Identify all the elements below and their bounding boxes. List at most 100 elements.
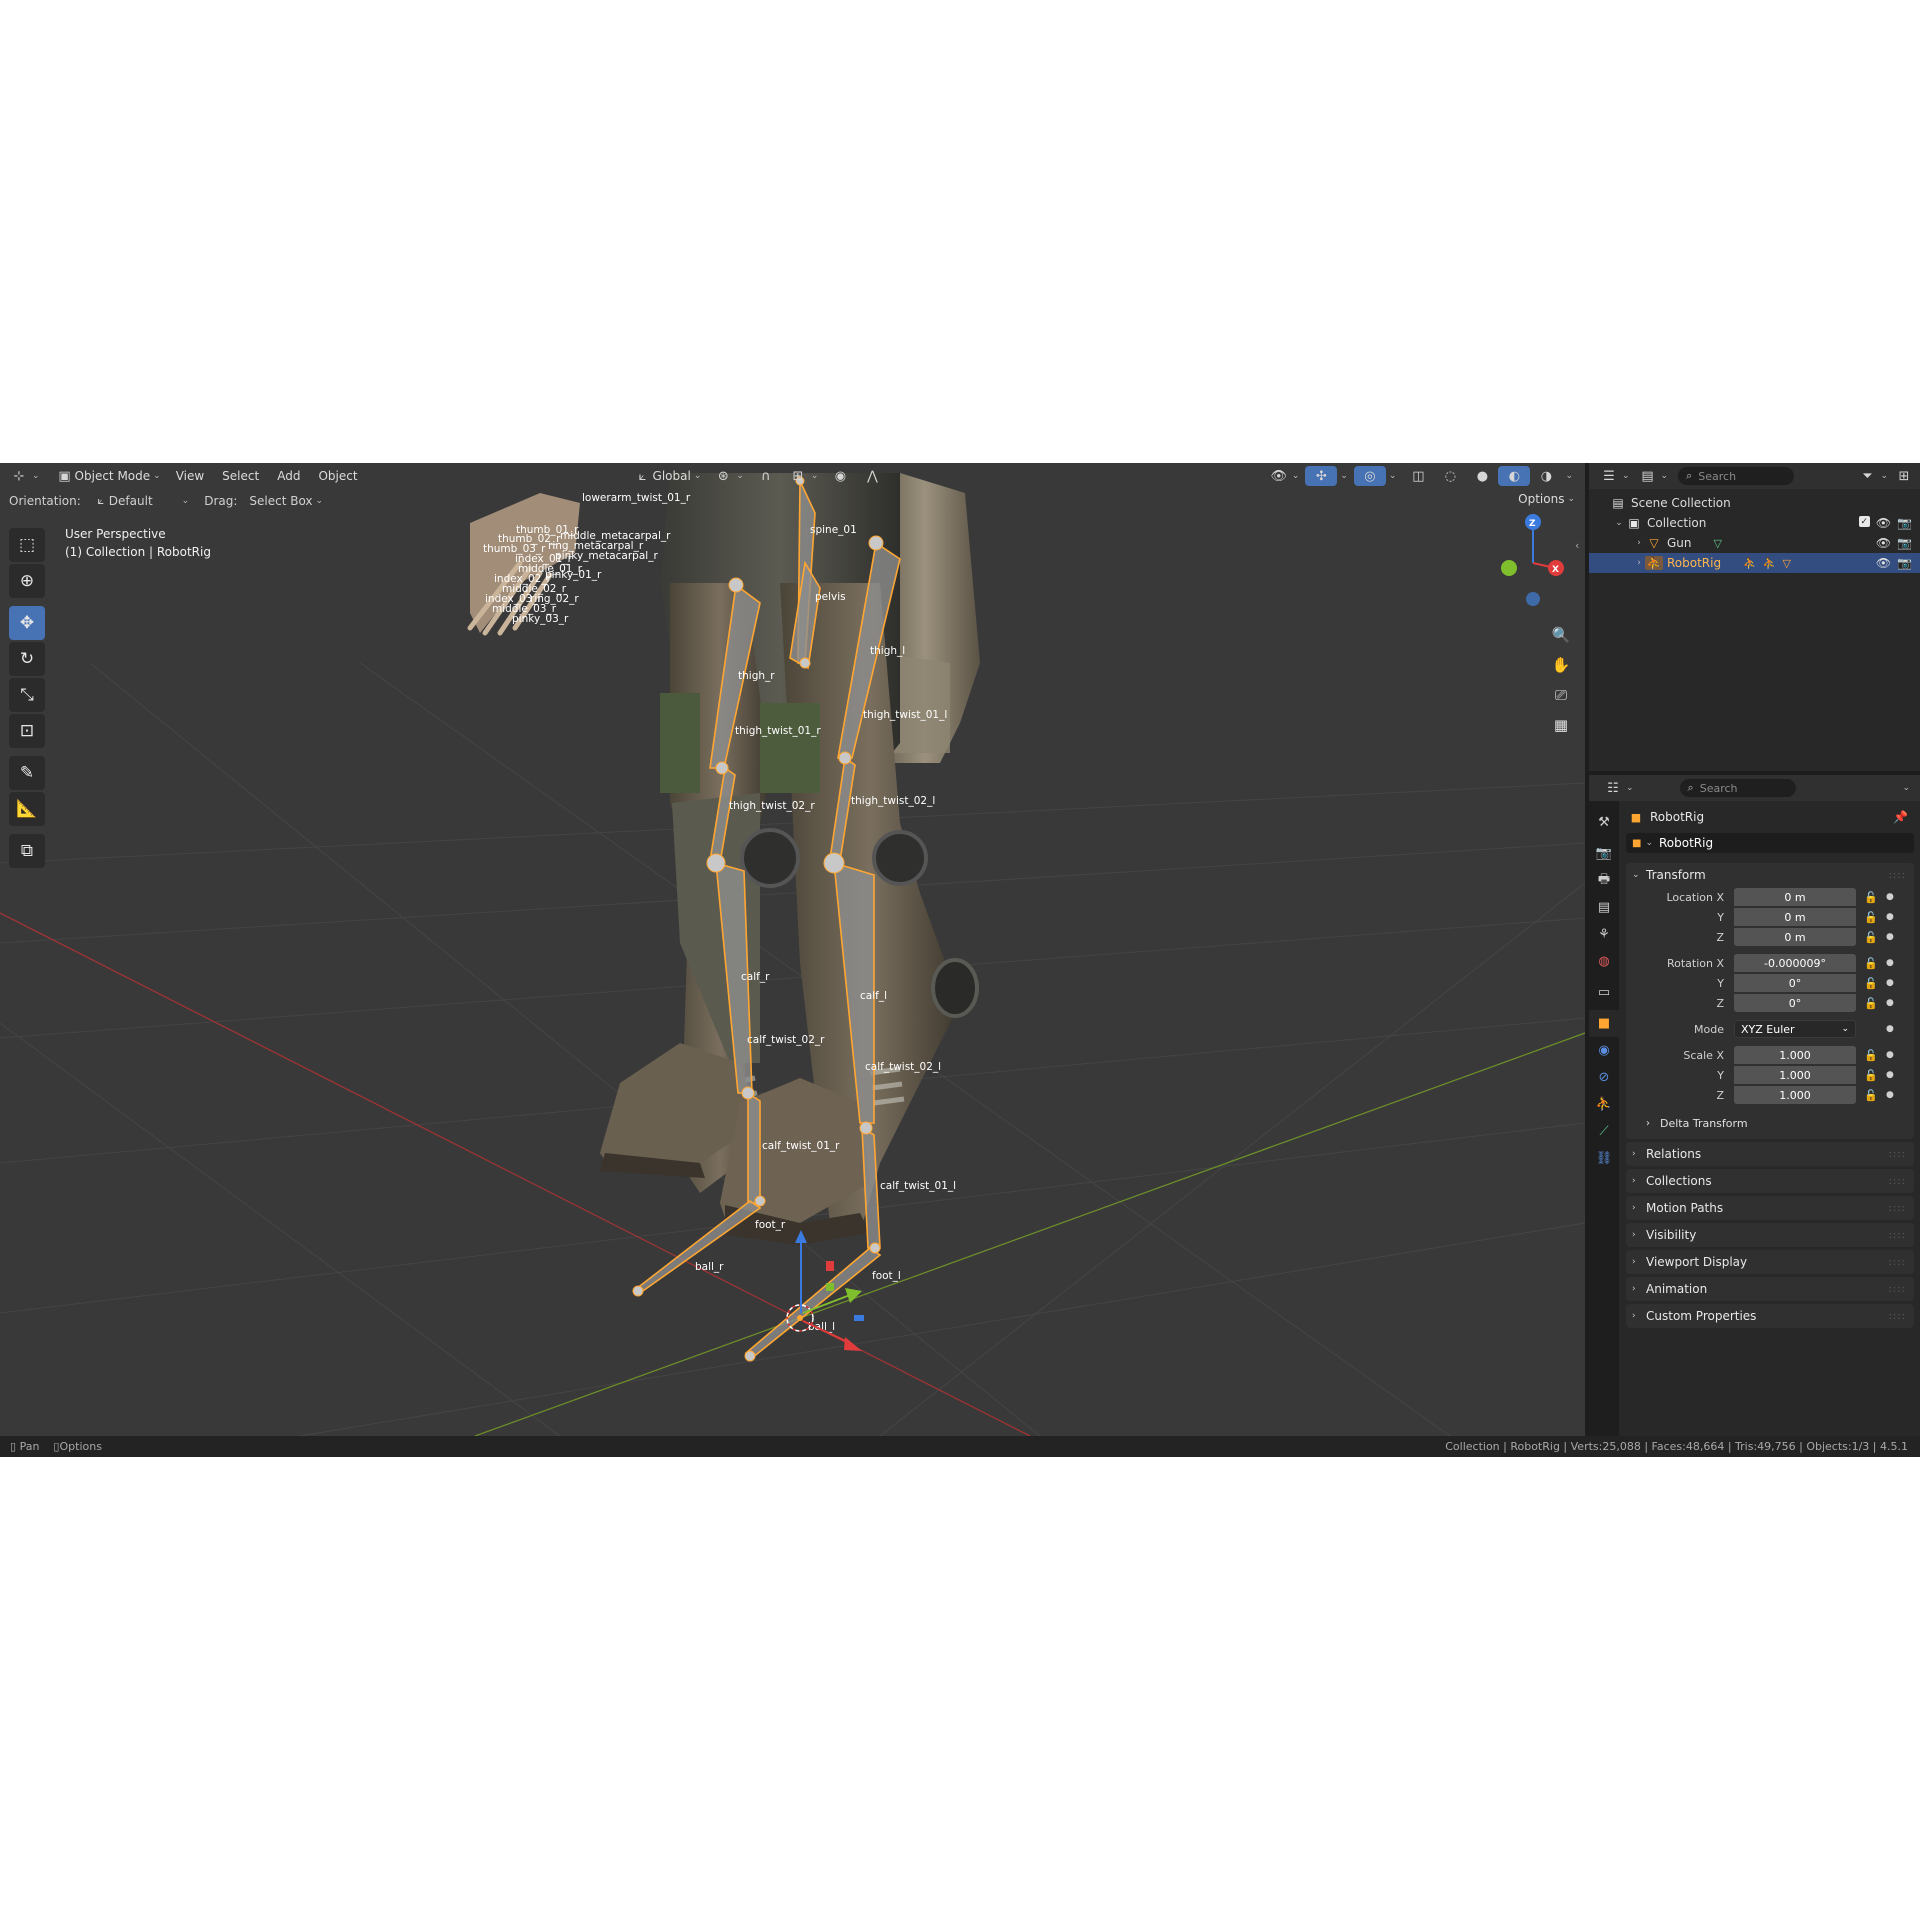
new-collection-button[interactable]: ⊞ xyxy=(1894,466,1914,486)
location-x-field[interactable]: 0 m xyxy=(1734,888,1856,906)
scale-y-field[interactable]: 1.000 xyxy=(1734,1066,1856,1084)
proportional-edit-toggle[interactable]: ◉ xyxy=(824,466,856,486)
panel-header[interactable]: › Viewport Display:::: xyxy=(1626,1250,1914,1274)
animation-panel[interactable]: › Animation:::: xyxy=(1626,1277,1914,1301)
move-tool[interactable]: ✥ xyxy=(9,606,45,640)
scale-x-field[interactable]: 1.000 xyxy=(1734,1046,1856,1064)
object-name-field[interactable]: ■ ⌄ RobotRig xyxy=(1626,833,1914,853)
tab-view-layer[interactable]: ▤ xyxy=(1589,894,1619,921)
scale-tool[interactable]: ⤡ xyxy=(9,678,45,712)
axis-gizmo[interactable]: Z X xyxy=(1501,514,1564,606)
collections-panel[interactable]: › Collections:::: xyxy=(1626,1169,1914,1193)
tab-tool[interactable]: ⚒ xyxy=(1589,809,1619,836)
options-dropdown[interactable]: Options ⌄ xyxy=(1518,492,1575,506)
drag-grip-icon[interactable]: :::: xyxy=(1889,1311,1906,1322)
keyframe-dot-icon[interactable]: ● xyxy=(1886,912,1894,922)
outliner-row-robotrig[interactable]: › ⛹ RobotRig ⛹ ⛹ ▽ 👁 📷 xyxy=(1589,553,1920,573)
lock-icon[interactable]: 🔓 xyxy=(1864,1049,1878,1062)
rotate-tool[interactable]: ↻ xyxy=(9,642,45,676)
pivot-point-dropdown[interactable]: ⊛ ⌄ xyxy=(707,466,750,486)
camera-icon[interactable]: 📷 xyxy=(1897,556,1912,570)
lock-icon[interactable]: 🔓 xyxy=(1864,911,1878,924)
snap-toggle[interactable]: ∩ xyxy=(750,466,782,486)
relations-panel[interactable]: › Relations:::: xyxy=(1626,1142,1914,1166)
lock-icon[interactable]: 🔓 xyxy=(1864,957,1878,970)
outliner-row-gun[interactable]: › ▽ Gun ▽ 👁 📷 xyxy=(1589,533,1920,553)
shading-rendered[interactable]: ◑ xyxy=(1530,466,1562,486)
keyframe-dot-icon[interactable]: ● xyxy=(1886,892,1894,902)
outliner-row-collection[interactable]: ⌄ ▣ Collection ✓ 👁 📷 xyxy=(1589,513,1920,533)
expand-right-icon[interactable]: › xyxy=(1633,538,1645,548)
chevron-down-icon[interactable]: ⌄ xyxy=(1340,471,1348,481)
pin-icon[interactable]: 📌 xyxy=(1893,810,1908,824)
transform-orientation-dropdown[interactable]: ⟀ Global ⌄ xyxy=(627,466,708,486)
panel-header[interactable]: › Relations:::: xyxy=(1626,1142,1914,1166)
lock-icon[interactable]: 🔓 xyxy=(1864,997,1878,1010)
shading-material[interactable]: ◐ xyxy=(1498,466,1531,486)
mode-dropdown[interactable]: ▣ Object Mode ⌄ xyxy=(49,466,167,486)
rotation-mode-dropdown[interactable]: XYZ Euler ⌄ xyxy=(1734,1020,1856,1038)
drag-dropdown[interactable]: Select Box ⌄ xyxy=(243,492,329,510)
custom-properties-panel[interactable]: › Custom Properties:::: xyxy=(1626,1304,1914,1328)
eye-icon[interactable]: 👁 xyxy=(1876,556,1891,570)
shading-wireframe[interactable]: ◌ xyxy=(1434,466,1466,486)
chevron-down-icon[interactable]: ⌄ xyxy=(1902,783,1910,793)
keyframe-dot-icon[interactable]: ● xyxy=(1886,978,1894,988)
expand-down-icon[interactable]: ⌄ xyxy=(1613,518,1625,528)
drag-grip-icon[interactable]: :::: xyxy=(1889,1284,1906,1295)
rotation-y-field[interactable]: 0° xyxy=(1734,974,1856,992)
tab-modifiers[interactable]: ◉ xyxy=(1589,1037,1619,1064)
drag-grip-icon[interactable]: :::: xyxy=(1889,1149,1906,1160)
outliner-search[interactable]: ⌕ Search xyxy=(1678,467,1795,485)
location-z-field[interactable]: 0 m xyxy=(1734,928,1856,946)
outliner-row-scene-collection[interactable]: ▤ Scene Collection xyxy=(1589,493,1920,513)
menu-view[interactable]: View xyxy=(167,463,213,489)
rotation-x-field[interactable]: -0.000009° xyxy=(1734,954,1856,972)
ortho-toggle-button[interactable]: ▦ xyxy=(1547,711,1575,739)
visibility-panel[interactable]: › Visibility:::: xyxy=(1626,1223,1914,1247)
sidebar-toggle[interactable]: ‹ xyxy=(1575,539,1579,552)
drag-grip-icon[interactable]: :::: xyxy=(1889,1230,1906,1241)
cursor-tool[interactable]: ⊕ xyxy=(9,564,45,598)
eye-icon[interactable]: 👁 xyxy=(1876,516,1891,530)
visibility-dropdown[interactable]: 👁 ⌄ xyxy=(1263,466,1306,486)
tab-render[interactable]: 📷 xyxy=(1589,840,1619,867)
pan-button[interactable]: ✋ xyxy=(1547,651,1575,679)
3d-viewport[interactable]: lowerarm_twist_01_r thumb_01_r middle_me… xyxy=(0,463,1585,1436)
panel-header[interactable]: › Custom Properties:::: xyxy=(1626,1304,1914,1328)
drag-grip-icon[interactable]: :::: xyxy=(1889,1176,1906,1187)
menu-add[interactable]: Add xyxy=(268,463,309,489)
orientation-dropdown[interactable]: ⟀ Default ⌄ xyxy=(87,492,195,510)
eye-icon[interactable]: 👁 xyxy=(1876,536,1891,550)
keyframe-dot-icon[interactable]: ● xyxy=(1886,1050,1894,1060)
tab-data[interactable]: ⛹ xyxy=(1589,1091,1619,1118)
gizmo-toggle[interactable]: ✣ xyxy=(1305,466,1338,486)
tab-world[interactable]: ◍ xyxy=(1589,948,1619,975)
select-box-tool[interactable]: ⬚ xyxy=(9,528,45,562)
keyframe-dot-icon[interactable]: ● xyxy=(1886,1070,1894,1080)
checkbox-icon[interactable]: ✓ xyxy=(1858,516,1870,527)
expand-right-icon[interactable]: › xyxy=(1633,558,1645,568)
outliner-editor-type[interactable]: ☰ ⌄ xyxy=(1599,466,1629,486)
properties-search[interactable]: ⌕ Search xyxy=(1679,779,1796,797)
overlays-toggle[interactable]: ◎ xyxy=(1353,466,1386,486)
drag-grip-icon[interactable]: :::: xyxy=(1889,870,1906,881)
measure-tool[interactable]: 📐 xyxy=(9,792,45,826)
viewport-display-panel[interactable]: › Viewport Display:::: xyxy=(1626,1250,1914,1274)
transform-tool[interactable]: ⊡ xyxy=(9,714,45,748)
menu-select[interactable]: Select xyxy=(213,463,268,489)
drag-grip-icon[interactable]: :::: xyxy=(1889,1257,1906,1268)
tab-bone[interactable]: ⟋ xyxy=(1589,1118,1619,1145)
chevron-down-icon[interactable]: ⌄ xyxy=(1389,471,1397,481)
tab-output[interactable]: 🖶 xyxy=(1589,867,1619,894)
panel-header[interactable]: › Animation:::: xyxy=(1626,1277,1914,1301)
annotate-tool[interactable]: ✎ xyxy=(9,756,45,790)
zoom-button[interactable]: 🔍 xyxy=(1547,621,1575,649)
lock-icon[interactable]: 🔓 xyxy=(1864,1069,1878,1082)
properties-editor-type[interactable]: ☷ ⌄ xyxy=(1603,778,1633,798)
chevron-down-icon[interactable]: ⌄ xyxy=(1565,471,1573,481)
snap-target-dropdown[interactable]: ⊞ ⌄ xyxy=(782,466,825,486)
transform-panel-header[interactable]: ⌄ Transform :::: xyxy=(1626,863,1914,887)
shading-solid[interactable]: ● xyxy=(1466,466,1498,486)
lock-icon[interactable]: 🔓 xyxy=(1864,1089,1878,1102)
